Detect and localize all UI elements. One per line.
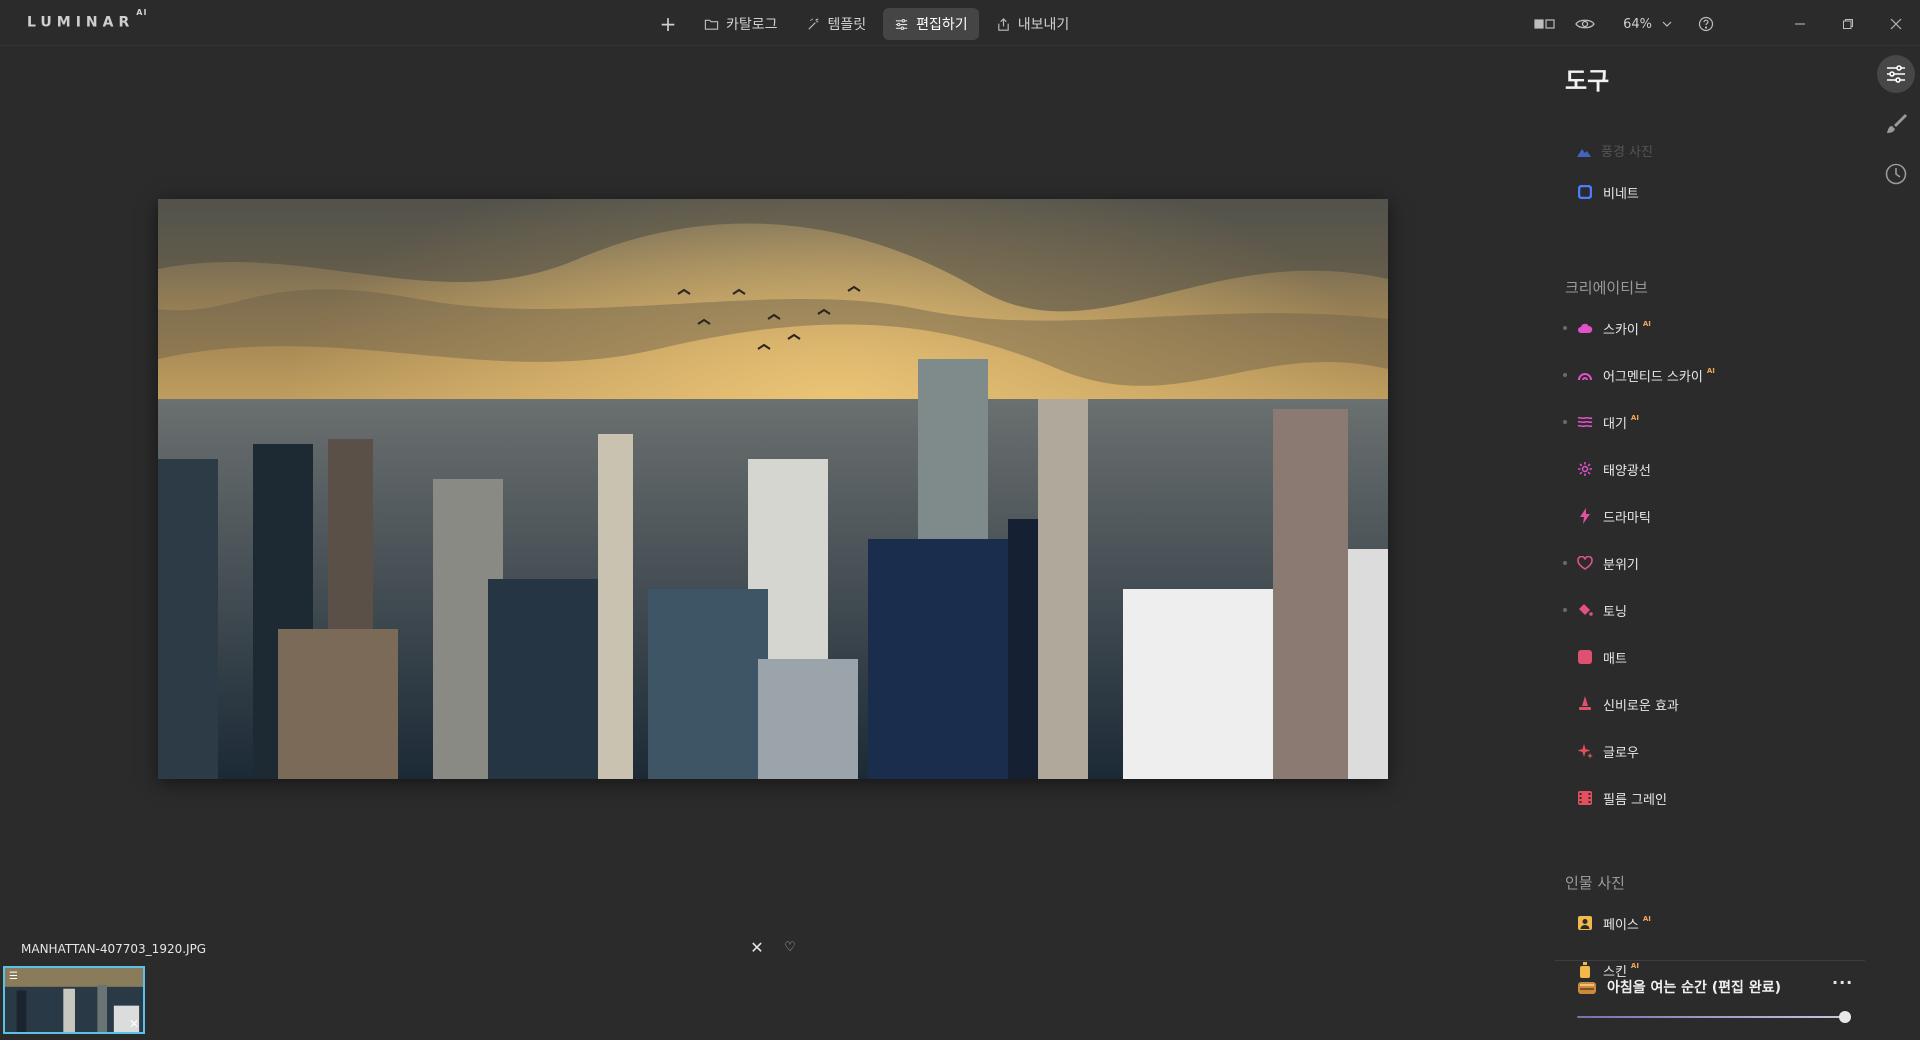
vignette-icon (1577, 184, 1593, 200)
tool-item-glow[interactable]: 글로우 (1577, 739, 1639, 763)
app-logo: LUMINARAI (27, 8, 148, 31)
heart-icon: ♡ (784, 940, 796, 955)
film-icon (1577, 790, 1593, 806)
face-icon (1577, 915, 1593, 931)
close-image-button[interactable]: ✕ (748, 939, 766, 957)
landscape-icon (1577, 148, 1591, 157)
mystical-icon (1577, 696, 1593, 712)
help-button[interactable] (1686, 8, 1726, 40)
rail-history-button[interactable] (1877, 155, 1915, 193)
folder-icon (704, 19, 719, 30)
tool-item-augmented-sky[interactable]: 어그멘티드 스카이 AI (1563, 363, 1715, 387)
tool-item-toning[interactable]: 토닝 (1563, 598, 1627, 622)
glow-icon (1577, 743, 1593, 759)
sun-rays-icon (1577, 461, 1593, 477)
panel-divider (1555, 960, 1872, 961)
lightning-icon (1577, 508, 1593, 524)
tab-catalog[interactable]: 카탈로그 (693, 8, 789, 40)
slider-knob[interactable] (1839, 1011, 1851, 1023)
sliders-icon (896, 18, 908, 30)
skin-icon (1577, 962, 1593, 978)
cityscape-image (158, 199, 1388, 779)
tool-item-matte[interactable]: 매트 (1577, 645, 1627, 669)
tab-templates[interactable]: 템플릿 (795, 8, 878, 40)
compare-button[interactable] (1525, 8, 1565, 40)
favorite-button[interactable]: ♡ (782, 940, 798, 956)
tool-item-atmosphere[interactable]: 대기 AI (1563, 410, 1639, 434)
tool-item-sky[interactable]: 스카이 AI (1563, 316, 1651, 340)
tool-item-mood[interactable]: 분위기 (1563, 551, 1639, 575)
tool-item-face[interactable]: 페이스 AI (1577, 911, 1651, 935)
close-window-button[interactable] (1872, 8, 1920, 40)
preview-button[interactable] (1565, 8, 1605, 40)
preset-more-button[interactable]: ··· (1832, 973, 1853, 992)
minimize-button[interactable] (1776, 8, 1824, 40)
augmented-sky-icon (1577, 367, 1593, 383)
matte-icon (1577, 649, 1593, 665)
right-rail (1865, 47, 1920, 1040)
tool-item-dramatic[interactable]: 드라마틱 (1577, 504, 1651, 528)
tool-item-film-grain[interactable]: 필름 그레인 (1577, 786, 1667, 810)
top-bar: LUMINARAI + 카탈로그 템플릿 편집하기 내보내기 64% (0, 0, 1920, 46)
atmosphere-icon (1577, 414, 1593, 430)
tab-edit[interactable]: 편집하기 (883, 8, 979, 40)
mood-icon (1577, 555, 1593, 571)
magic-wand-icon (807, 17, 819, 30)
restore-button[interactable] (1824, 8, 1872, 40)
file-name: MANHATTAN-407703_1920.JPG (21, 942, 207, 956)
eye-icon (1575, 19, 1595, 29)
restore-icon (1843, 19, 1853, 29)
preset-label: 아침을 여는 순간 (편집 완료) (1607, 980, 1781, 996)
chevron-down-icon (1662, 21, 1672, 27)
photo-preview[interactable] (158, 199, 1388, 779)
tools-panel: 도구 풍경 사진 비네트 크리에이티브 스카이 AI 어그멘티드 스카이 AI 대기… (1555, 47, 1872, 1040)
sliders-icon (1887, 65, 1905, 83)
tool-item-vignette[interactable]: 비네트 (1577, 180, 1639, 204)
tool-item-sun-rays[interactable]: 태양광선 (1577, 457, 1651, 481)
paint-bucket-icon (1577, 602, 1593, 618)
clock-icon (1885, 163, 1907, 185)
tool-item-mystical[interactable]: 신비로운 효과 (1577, 692, 1679, 716)
tool-item-landscape[interactable]: 풍경 사진 (1577, 141, 1653, 160)
section-creative: 크리에이티브 (1565, 279, 1648, 297)
top-right-controls: 64% (1525, 8, 1920, 40)
zoom-dropdown[interactable]: 64% (1605, 17, 1686, 32)
image-canvas[interactable] (0, 47, 1555, 927)
remove-thumbnail-icon[interactable]: ✕ (129, 1017, 139, 1031)
add-photos-button[interactable]: + (655, 11, 681, 37)
rail-brush-button[interactable] (1877, 105, 1915, 143)
preset-icon (1578, 982, 1596, 994)
tools-list[interactable]: 풍경 사진 비네트 크리에이티브 스카이 AI 어그멘티드 스카이 AI 대기 AI … (1555, 97, 1865, 980)
minimize-icon (1795, 23, 1805, 25)
thumbnail-image (5, 968, 143, 1032)
applied-preset[interactable]: 아침을 여는 순간 (편집 완료) (1577, 977, 1781, 997)
preset-amount-slider[interactable] (1577, 1011, 1851, 1023)
zoom-level: 64% (1623, 16, 1652, 32)
compare-icon (1534, 19, 1555, 29)
rail-tools-button[interactable] (1877, 55, 1915, 93)
main-nav: + 카탈로그 템플릿 편집하기 내보내기 (655, 8, 1080, 40)
close-icon (1890, 18, 1902, 30)
help-icon (1698, 16, 1714, 32)
tab-export[interactable]: 내보내기 (985, 8, 1081, 40)
panel-title: 도구 (1565, 67, 1610, 95)
cloud-icon (1577, 320, 1593, 336)
share-icon (997, 17, 1009, 31)
edited-badge-icon: ☰ (9, 971, 18, 982)
filmstrip-thumbnail[interactable]: ☰ ✕ (3, 966, 145, 1034)
section-portrait: 인물 사진 (1565, 874, 1625, 892)
brush-icon (1887, 114, 1907, 133)
